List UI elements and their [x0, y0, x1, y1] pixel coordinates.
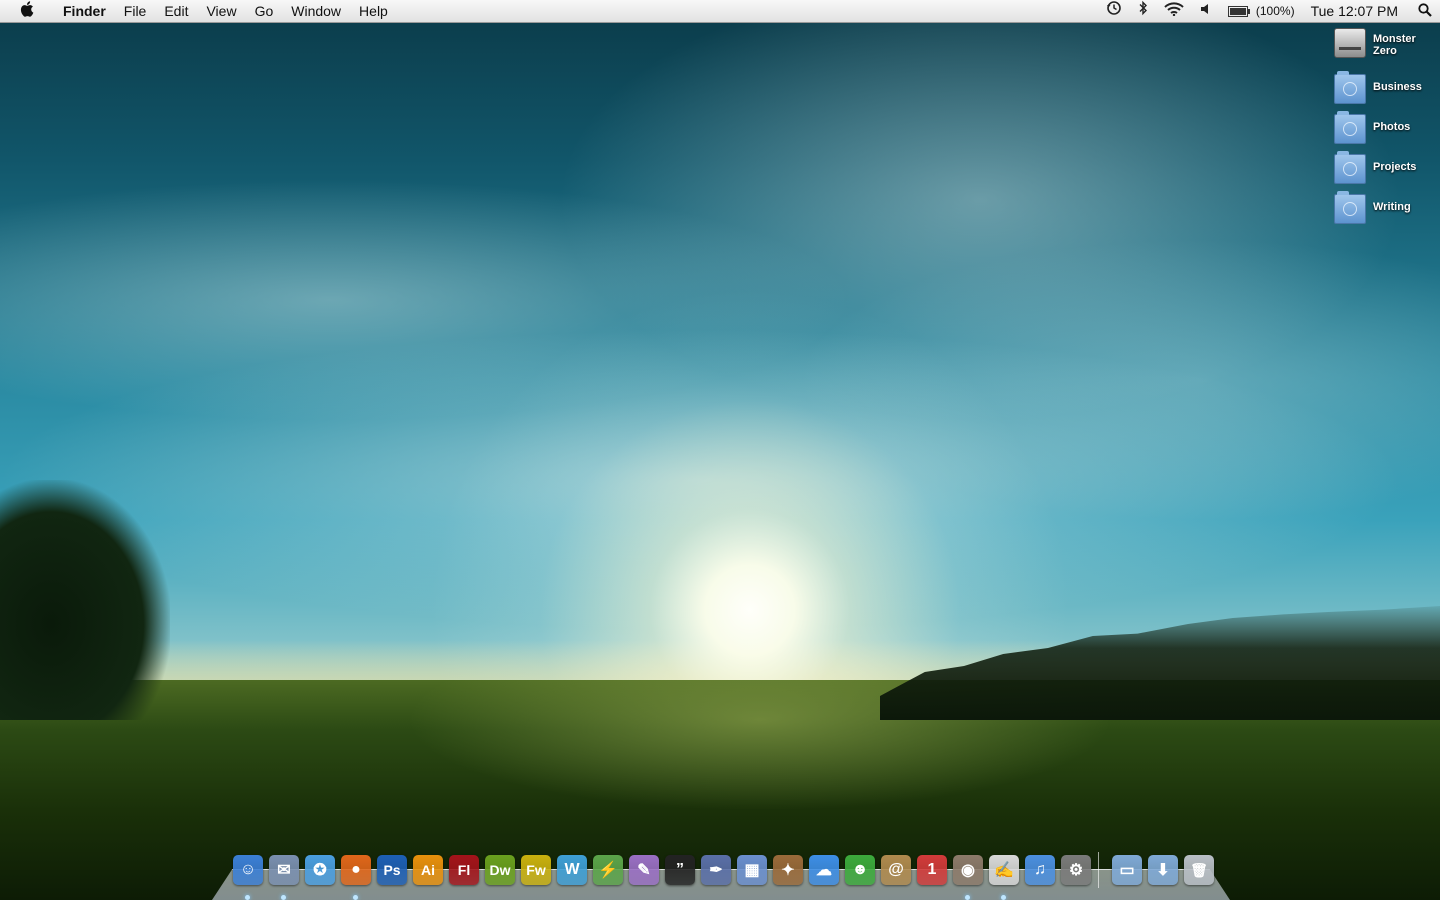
dock-item-downloads-folder[interactable]: ⬇ [1145, 852, 1181, 888]
battery-icon [1227, 5, 1250, 17]
dock-item-adium[interactable]: ☻ [842, 852, 878, 888]
dock-item-applications-folder[interactable]: ▭ [1109, 852, 1145, 888]
menu-file[interactable]: File [115, 0, 156, 22]
desktop-item-projects[interactable]: Projects [1320, 151, 1440, 194]
wallpaper-tree [0, 480, 170, 720]
downloads-folder-icon: ⬇ [1148, 855, 1178, 885]
ical-icon: 1 [917, 855, 947, 885]
firefox-icon: ● [341, 855, 371, 885]
dock: ☺ ✉ ✪ ● Ps Ai Fl Dw Fw W ⚡ ✎” ✒ ▦ ✦ ☁ ☻ @1 ◉ ✍ ♫ ⚙ ▭ ⬇ 🗑 [212, 850, 1230, 900]
desktop-item-label: Business [1373, 81, 1422, 93]
dock-items: ☺ ✉ ✪ ● Ps Ai Fl Dw Fw W ⚡ ✎” ✒ ▦ ✦ ☁ ☻ @1 ◉ ✍ ♫ ⚙ ▭ ⬇ 🗑 [230, 852, 1217, 900]
photoshop-icon: Ps [377, 855, 407, 885]
dock-separator[interactable] [1098, 852, 1105, 888]
adium-icon: ☻ [845, 855, 875, 885]
flash-icon: Fl [449, 855, 479, 885]
desktop-item-label: Monster Zero [1373, 33, 1416, 57]
running-indicator [245, 895, 250, 900]
dreamweaver-icon: Dw [485, 855, 515, 885]
spotlight-icon[interactable] [1410, 2, 1440, 20]
apple-logo-icon[interactable] [0, 0, 54, 22]
dock-item-coda[interactable]: W [554, 852, 590, 888]
desktop-item-monster-zero[interactable]: Monster Zero [1320, 28, 1440, 74]
applications-folder-icon: ▭ [1112, 855, 1142, 885]
dock-item-system-preferences[interactable]: ⚙ [1058, 852, 1094, 888]
quote-icon: ” [665, 855, 695, 885]
menu-app-name[interactable]: Finder [54, 0, 115, 22]
dock-item-dreamweaver[interactable]: Dw [482, 852, 518, 888]
sparrow-icon: ✦ [773, 855, 803, 885]
transmit-icon: ⚡ [593, 855, 623, 885]
desktop-icons: Monster Zero Business Photos Projects Wr… [1320, 28, 1440, 234]
menu-bar: Finder File Edit View Go Window Help (10… [0, 0, 1440, 23]
folder-icon [1334, 111, 1366, 144]
battery-status[interactable]: (100%) [1220, 4, 1301, 18]
volume-icon[interactable] [1192, 0, 1220, 22]
dock-item-keynote[interactable]: ▦ [734, 852, 770, 888]
running-indicator [1001, 895, 1006, 900]
trash-icon: 🗑 [1184, 855, 1214, 885]
dock-item-transmit[interactable]: ⚡ [590, 852, 626, 888]
textmate-icon: ✎ [629, 855, 659, 885]
textedit-icon: ✍ [989, 855, 1019, 885]
desktop-item-photos[interactable]: Photos [1320, 111, 1440, 154]
desktop-item-label: Photos [1373, 121, 1411, 133]
wifi-icon[interactable] [1156, 0, 1192, 22]
battery-percent: (100%) [1255, 4, 1295, 18]
dock-item-address-book[interactable]: @ [878, 852, 914, 888]
dock-item-finder[interactable]: ☺ [230, 852, 266, 900]
illustrator-icon: Ai [413, 855, 443, 885]
desktop-item-business[interactable]: Business [1320, 71, 1440, 114]
dock-item-firefox[interactable]: ● [338, 852, 374, 900]
dock-item-preview[interactable]: ◉ [950, 852, 986, 900]
dock-item-textedit[interactable]: ✍ [986, 852, 1022, 900]
ichat-icon: ☁ [809, 855, 839, 885]
coda-icon: W [557, 855, 587, 885]
dock-item-mail[interactable]: ✉ [266, 852, 302, 900]
system-preferences-icon: ⚙ [1061, 855, 1091, 885]
preview-icon: ◉ [953, 855, 983, 885]
script-editor-icon: ✒ [701, 855, 731, 885]
address-book-icon: @ [881, 855, 911, 885]
desktop-item-label: Projects [1373, 161, 1417, 173]
dock-item-quote[interactable]: ” [662, 852, 698, 888]
menu-clock[interactable]: Tue 12:07 PM [1301, 3, 1410, 19]
folder-icon [1334, 191, 1366, 224]
safari-icon: ✪ [305, 855, 335, 885]
fireworks-icon: Fw [521, 855, 551, 885]
dock-item-itunes[interactable]: ♫ [1022, 852, 1058, 888]
itunes-icon: ♫ [1025, 855, 1055, 885]
dock-item-ical[interactable]: 1 [914, 852, 950, 888]
hard-disk-icon [1334, 28, 1366, 58]
dock-item-trash[interactable]: 🗑 [1181, 852, 1217, 888]
menu-go[interactable]: Go [246, 0, 283, 22]
running-indicator [281, 895, 286, 900]
menu-view[interactable]: View [197, 0, 245, 22]
running-indicator [353, 895, 358, 900]
dock-item-safari[interactable]: ✪ [302, 852, 338, 888]
desktop-item-writing[interactable]: Writing [1320, 191, 1440, 234]
dock-item-fireworks[interactable]: Fw [518, 852, 554, 888]
finder-icon: ☺ [233, 855, 263, 885]
bluetooth-icon[interactable] [1130, 0, 1156, 22]
dock-item-illustrator[interactable]: Ai [410, 852, 446, 888]
dock-item-ichat[interactable]: ☁ [806, 852, 842, 888]
menu-window[interactable]: Window [282, 0, 350, 22]
folder-icon [1334, 151, 1366, 184]
dock-item-script-editor[interactable]: ✒ [698, 852, 734, 888]
dock-item-textmate[interactable]: ✎ [626, 852, 662, 888]
time-machine-icon[interactable] [1098, 0, 1130, 22]
desktop-item-label: Writing [1373, 201, 1411, 213]
mail-icon: ✉ [269, 855, 299, 885]
folder-icon [1334, 71, 1366, 104]
dock-item-flash[interactable]: Fl [446, 852, 482, 888]
menu-help[interactable]: Help [350, 0, 397, 22]
running-indicator [965, 895, 970, 900]
keynote-icon: ▦ [737, 855, 767, 885]
menu-edit[interactable]: Edit [155, 0, 197, 22]
dock-item-sparrow[interactable]: ✦ [770, 852, 806, 888]
dock-item-photoshop[interactable]: Ps [374, 852, 410, 888]
